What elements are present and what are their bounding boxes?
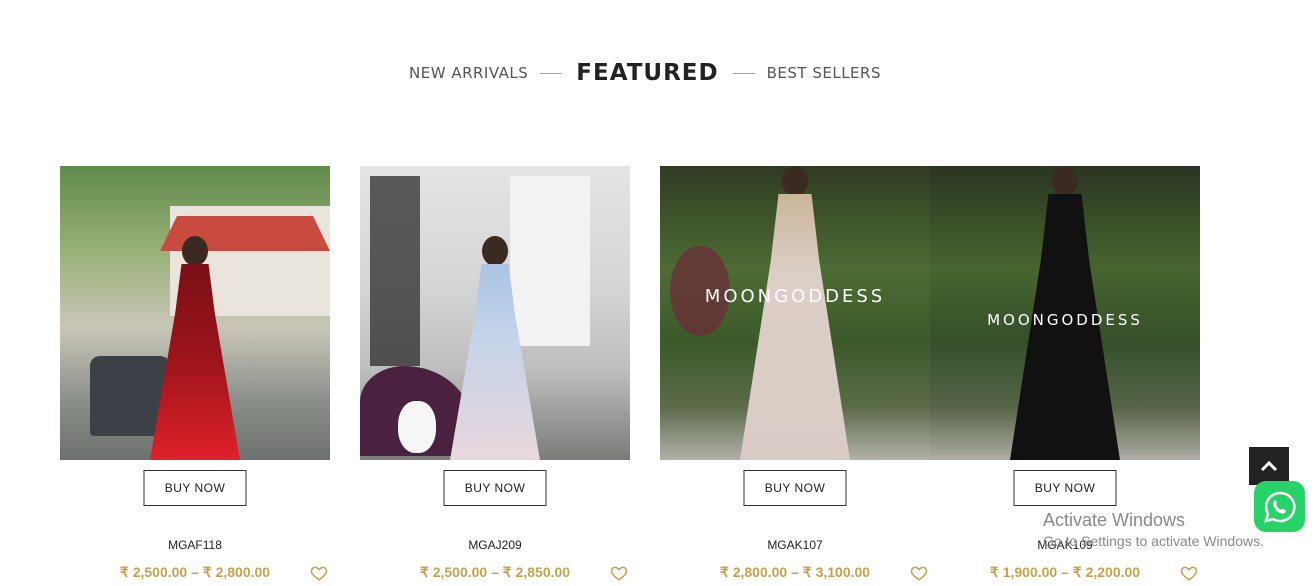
tab-separator xyxy=(732,72,755,74)
product-price: ₹ 1,900.00 – ₹ 2,200.00 xyxy=(989,564,1141,580)
product-sku[interactable]: MGAF118 xyxy=(60,538,330,552)
product-image[interactable] xyxy=(60,166,330,460)
tab-featured[interactable]: FEATURED xyxy=(576,60,718,86)
activate-windows-notice: Activate Windows Go to Settings to activ… xyxy=(1043,510,1264,549)
product-price: ₹ 2,500.00 – ₹ 2,800.00 xyxy=(119,564,271,580)
whatsapp-button[interactable] xyxy=(1254,481,1305,532)
product-tabs: NEW ARRIVALS FEATURED BEST SELLERS xyxy=(0,60,1290,86)
buy-now-button[interactable]: BUY NOW xyxy=(1013,470,1117,506)
model-head xyxy=(1052,166,1078,196)
heart-icon[interactable] xyxy=(1180,564,1198,582)
product-image[interactable]: MOONGODDESS xyxy=(660,166,930,460)
product-card: MOONGODDESS BUY NOW MGAK107 ₹ 2,800.00 –… xyxy=(660,166,930,586)
product-grid: BUY NOW MGAF118 ₹ 2,500.00 – ₹ 2,800.00 … xyxy=(60,166,1200,586)
chevron-up-icon xyxy=(1260,460,1278,472)
brand-watermark: MOONGODDESS xyxy=(704,286,886,307)
product-sku[interactable]: MGAJ209 xyxy=(360,538,630,552)
product-card: BUY NOW MGAF118 ₹ 2,500.00 – ₹ 2,800.00 xyxy=(60,166,330,586)
heart-icon[interactable] xyxy=(910,564,928,582)
product-card: BUY NOW MGAJ209 ₹ 2,500.00 – ₹ 2,850.00 xyxy=(360,166,630,586)
brand-watermark: MOONGODDESS xyxy=(987,311,1143,329)
product-image[interactable] xyxy=(360,166,630,460)
heart-icon[interactable] xyxy=(310,564,328,582)
activate-title: Activate Windows xyxy=(1043,510,1186,530)
model-head xyxy=(482,236,508,266)
heart-icon[interactable] xyxy=(610,564,628,582)
product-price: ₹ 2,500.00 – ₹ 2,850.00 xyxy=(419,564,571,580)
model-head xyxy=(782,166,808,196)
tab-best-sellers[interactable]: BEST SELLERS xyxy=(767,64,881,82)
buy-now-button[interactable]: BUY NOW xyxy=(743,470,847,506)
scroll-to-top-button[interactable] xyxy=(1249,447,1289,485)
buy-now-button[interactable]: BUY NOW xyxy=(143,470,247,506)
buy-now-button[interactable]: BUY NOW xyxy=(443,470,547,506)
product-image[interactable]: MOONGODDESS xyxy=(930,166,1200,460)
activate-subtitle: Go to Settings to activate Windows. xyxy=(1043,533,1264,549)
tab-separator xyxy=(540,72,563,74)
whatsapp-icon xyxy=(1263,491,1296,523)
tab-new-arrivals[interactable]: NEW ARRIVALS xyxy=(409,64,528,82)
product-sku[interactable]: MGAK107 xyxy=(660,538,930,552)
model-head xyxy=(182,236,208,266)
product-price: ₹ 2,800.00 – ₹ 3,100.00 xyxy=(719,564,871,580)
